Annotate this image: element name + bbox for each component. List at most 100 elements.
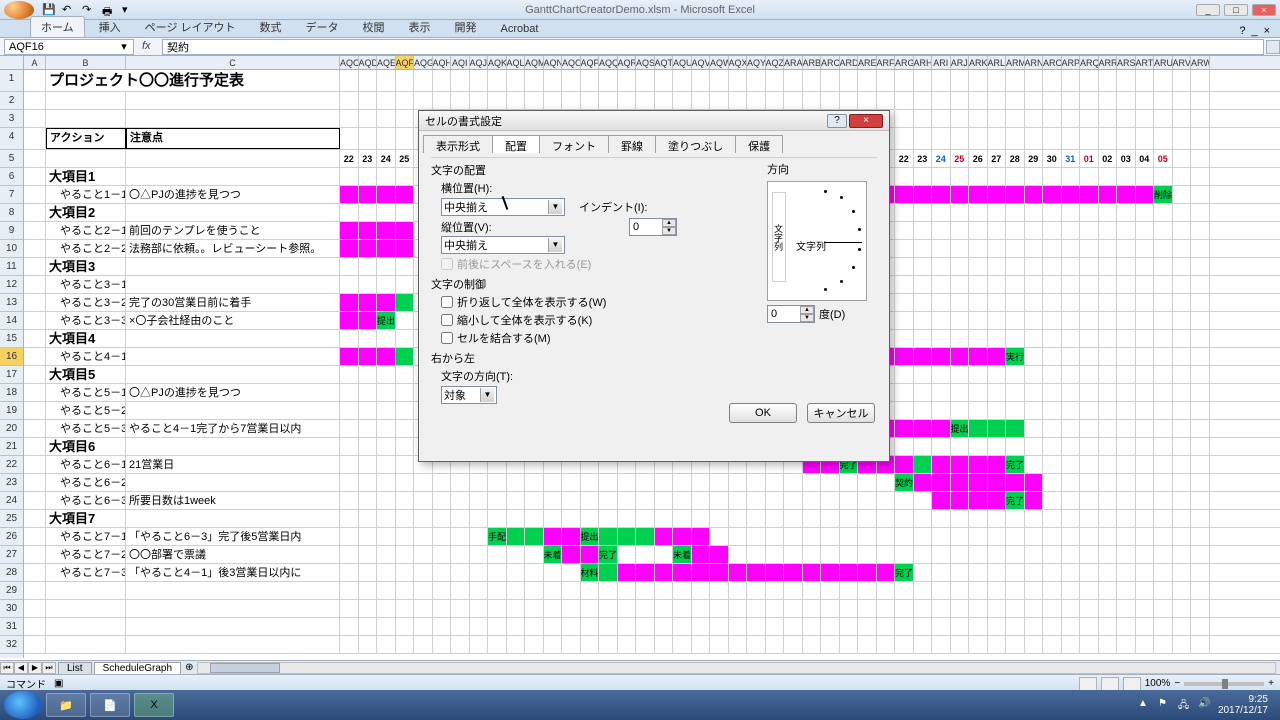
cell[interactable] <box>396 366 415 383</box>
cell[interactable] <box>914 128 933 149</box>
row-header[interactable]: 29 <box>0 582 23 600</box>
cell[interactable] <box>581 636 600 653</box>
cell[interactable] <box>24 150 46 167</box>
row-header[interactable]: 14 <box>0 312 23 330</box>
cell[interactable] <box>710 618 729 635</box>
cell[interactable] <box>969 312 988 329</box>
cell[interactable] <box>932 312 951 329</box>
row-header[interactable]: 23 <box>0 474 23 492</box>
cell[interactable] <box>1080 564 1099 581</box>
cell[interactable] <box>340 492 359 509</box>
cell[interactable] <box>599 474 618 491</box>
cell[interactable] <box>1025 528 1044 545</box>
column-header[interactable]: AQD <box>359 56 378 69</box>
cell[interactable] <box>655 492 674 509</box>
cell[interactable] <box>821 528 840 545</box>
column-header[interactable]: ARV <box>1173 56 1192 69</box>
cell[interactable] <box>914 70 933 91</box>
cell[interactable] <box>396 474 415 491</box>
cell[interactable] <box>895 110 914 127</box>
cell[interactable] <box>895 492 914 509</box>
cell[interactable] <box>340 456 359 473</box>
cell[interactable] <box>396 312 415 329</box>
cell[interactable] <box>747 510 766 527</box>
cell[interactable] <box>895 240 914 257</box>
cell[interactable] <box>488 582 507 599</box>
cell[interactable] <box>359 510 378 527</box>
sheet-nav-last[interactable]: ⏭ <box>42 662 56 674</box>
date-header[interactable]: 23 <box>914 150 933 167</box>
cell[interactable] <box>914 204 933 221</box>
cell[interactable] <box>840 600 859 617</box>
cell[interactable] <box>24 366 46 383</box>
cell[interactable] <box>1025 420 1044 437</box>
cell[interactable]: やること5－3 <box>46 420 126 437</box>
cell[interactable] <box>1025 294 1044 311</box>
cell[interactable] <box>1043 366 1062 383</box>
column-header[interactable]: C <box>126 56 340 69</box>
cell[interactable] <box>1043 492 1062 509</box>
cell[interactable] <box>1043 330 1062 347</box>
cell[interactable]: 提出 <box>377 312 396 329</box>
cell[interactable] <box>673 600 692 617</box>
cell[interactable] <box>951 402 970 419</box>
cell[interactable] <box>932 348 951 365</box>
cell[interactable] <box>1173 402 1192 419</box>
row-header[interactable]: 10 <box>0 240 23 258</box>
cell[interactable] <box>359 528 378 545</box>
cell[interactable] <box>988 240 1007 257</box>
cell[interactable] <box>377 70 396 91</box>
ribbon-tab-developer[interactable]: 開発 <box>445 17 487 37</box>
cell[interactable] <box>932 510 951 527</box>
cell[interactable] <box>1191 528 1210 545</box>
cell[interactable]: 大項目3 <box>46 258 126 275</box>
cell[interactable] <box>1062 240 1081 257</box>
date-header[interactable]: 02 <box>1099 150 1118 167</box>
cell[interactable] <box>581 92 600 109</box>
cell[interactable] <box>1117 384 1136 401</box>
cell[interactable] <box>377 222 396 239</box>
cell[interactable] <box>377 384 396 401</box>
cell[interactable] <box>729 474 748 491</box>
cell[interactable] <box>988 186 1007 203</box>
cell[interactable] <box>895 510 914 527</box>
cell[interactable] <box>1136 330 1155 347</box>
column-header[interactable]: ARB <box>803 56 822 69</box>
cell[interactable] <box>895 186 914 203</box>
cell[interactable] <box>562 600 581 617</box>
cell[interactable] <box>1006 294 1025 311</box>
cell[interactable] <box>1154 294 1173 311</box>
cell[interactable]: やること4－1完了から7営業日以内 <box>126 420 340 437</box>
column-header[interactable]: AQE <box>377 56 396 69</box>
cell[interactable] <box>1173 384 1192 401</box>
sheet-nav-next[interactable]: ▶ <box>28 662 42 674</box>
cell[interactable] <box>1173 366 1192 383</box>
cell[interactable] <box>951 564 970 581</box>
cell[interactable] <box>1136 92 1155 109</box>
cell[interactable] <box>126 600 340 617</box>
cell[interactable] <box>24 636 46 653</box>
zoom-in-button[interactable]: + <box>1268 678 1274 689</box>
cell[interactable] <box>488 492 507 509</box>
cell[interactable] <box>126 276 340 293</box>
cell[interactable] <box>766 474 785 491</box>
ribbon-close-icon[interactable]: × <box>1264 25 1270 37</box>
cell[interactable] <box>840 618 859 635</box>
cell[interactable] <box>988 128 1007 149</box>
cell[interactable] <box>340 582 359 599</box>
cell[interactable] <box>951 600 970 617</box>
cell[interactable] <box>932 240 951 257</box>
cell[interactable]: 材料準備 <box>581 564 600 581</box>
cell[interactable] <box>599 510 618 527</box>
cell[interactable] <box>932 492 951 509</box>
cell[interactable] <box>784 582 803 599</box>
cell[interactable] <box>618 510 637 527</box>
cell[interactable] <box>858 528 877 545</box>
cell[interactable] <box>803 564 822 581</box>
cell[interactable] <box>359 92 378 109</box>
cell[interactable] <box>377 474 396 491</box>
cell[interactable] <box>1117 546 1136 563</box>
cell[interactable] <box>877 582 896 599</box>
cell[interactable] <box>1136 222 1155 239</box>
cell[interactable] <box>1173 348 1192 365</box>
